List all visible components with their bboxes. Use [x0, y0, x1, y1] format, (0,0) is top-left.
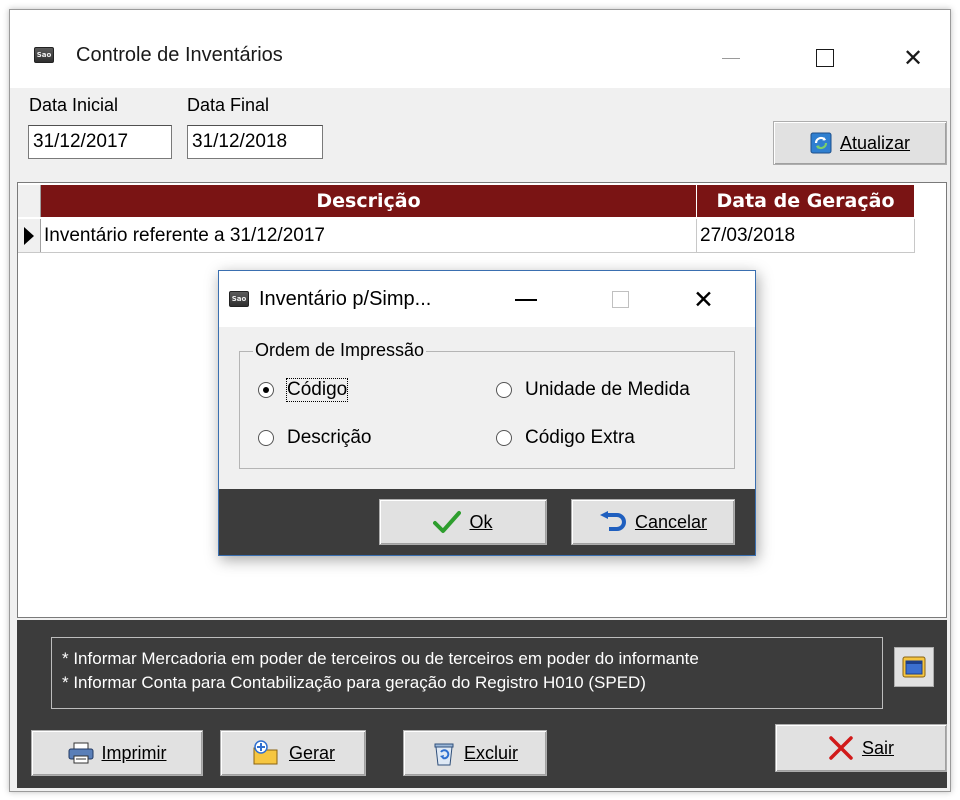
- exit-x-icon: [828, 735, 854, 761]
- ok-button[interactable]: Ok: [379, 499, 547, 545]
- dialog-footer: Ok Cancelar: [219, 489, 755, 555]
- radio-unidade-medida[interactable]: Unidade de Medida: [496, 379, 690, 401]
- window-title: Controle de Inventários: [76, 44, 283, 66]
- dialog-app-icon: Sao: [229, 291, 249, 307]
- row-indicator: [18, 219, 41, 252]
- column-header-data-geracao[interactable]: Data de Geração: [697, 185, 915, 217]
- grid-header: Descrição Data de Geração: [18, 185, 915, 217]
- dialog-minimize-button[interactable]: [515, 299, 537, 301]
- gerar-label: Gerar: [288, 742, 335, 763]
- recycle-bin-icon: [432, 740, 456, 766]
- data-final-input[interactable]: 31/12/2018: [187, 125, 323, 159]
- dialog-maximize-button: [612, 291, 629, 308]
- radio-descricao[interactable]: Descrição: [258, 427, 371, 449]
- radio-descricao-dot[interactable]: [258, 430, 274, 446]
- cancelar-label: Cancelar: [634, 511, 708, 532]
- dialog-close-button[interactable]: ✕: [693, 285, 714, 314]
- gerar-button[interactable]: Gerar: [220, 730, 366, 776]
- cell-data-geracao[interactable]: 27/03/2018: [697, 219, 915, 252]
- current-row-arrow-icon: [24, 226, 34, 245]
- info-box: * Informar Mercadoria em poder de tercei…: [51, 637, 883, 709]
- atualizar-button[interactable]: Atualizar: [773, 121, 947, 165]
- dialog-title-bar: Sao Inventário p/Simp... ✕: [219, 271, 755, 327]
- new-document-icon: [251, 740, 281, 766]
- sair-button[interactable]: Sair: [775, 724, 947, 772]
- window-list-icon: [901, 654, 927, 680]
- info-line-1: * Informar Mercadoria em poder de tercei…: [62, 649, 699, 668]
- info-line-2: * Informar Conta para Contabilização par…: [62, 673, 646, 692]
- print-order-dialog: Sao Inventário p/Simp... ✕ Ordem de Impr…: [218, 270, 756, 556]
- radio-codigo-extra-label: Código Extra: [525, 427, 635, 448]
- excluir-button[interactable]: Excluir: [403, 730, 547, 776]
- printer-icon: [68, 742, 94, 764]
- atualizar-label: Atualizar: [839, 132, 911, 153]
- radio-codigo-extra[interactable]: Código Extra: [496, 427, 635, 449]
- app-icon: Sao: [34, 47, 54, 63]
- cell-descricao[interactable]: Inventário referente a 31/12/2017: [41, 219, 697, 252]
- ok-label: Ok: [469, 511, 493, 532]
- close-icon: ✕: [902, 44, 924, 72]
- data-final-label: Data Final: [187, 95, 270, 115]
- imprimir-label: Imprimir: [101, 742, 167, 763]
- sair-label: Sair: [861, 737, 894, 758]
- ordem-impressao-legend: Ordem de Impressão: [253, 340, 427, 361]
- radio-codigo-extra-dot[interactable]: [496, 430, 512, 446]
- radio-codigo-dot[interactable]: [258, 382, 274, 398]
- column-header-descricao[interactable]: Descrição: [41, 185, 697, 217]
- minimize-icon: [722, 57, 740, 59]
- data-inicial-label: Data Inicial: [29, 95, 119, 115]
- radio-codigo-label: Código: [285, 378, 349, 402]
- radio-unidade-medida-dot[interactable]: [496, 382, 512, 398]
- table-row[interactable]: Inventário referente a 31/12/2017 27/03/…: [18, 219, 915, 253]
- checkmark-icon: [433, 510, 462, 534]
- radio-codigo[interactable]: Código: [258, 378, 349, 402]
- info-details-button[interactable]: [894, 647, 934, 687]
- excluir-label: Excluir: [463, 742, 518, 763]
- grid-indicator-header: [18, 185, 41, 217]
- imprimir-button[interactable]: Imprimir: [31, 730, 203, 776]
- dialog-title: Inventário p/Simp...: [259, 288, 432, 310]
- minimize-button[interactable]: [708, 38, 754, 78]
- cancelar-button[interactable]: Cancelar: [571, 499, 735, 545]
- radio-descricao-label: Descrição: [287, 427, 372, 448]
- data-inicial-input[interactable]: 31/12/2017: [28, 125, 172, 159]
- radio-unidade-medida-label: Unidade de Medida: [525, 379, 690, 400]
- ordem-impressao-group: Ordem de Impressão Código Unidade de Med…: [239, 340, 735, 469]
- maximize-icon: [816, 49, 834, 67]
- undo-arrow-icon: [599, 511, 627, 533]
- title-bar: Sao Controle de Inventários ✕: [10, 10, 950, 88]
- close-button[interactable]: ✕: [890, 38, 936, 78]
- maximize-button[interactable]: [802, 38, 848, 78]
- bottom-panel: * Informar Mercadoria em poder de tercei…: [17, 620, 947, 788]
- refresh-icon: [810, 132, 832, 154]
